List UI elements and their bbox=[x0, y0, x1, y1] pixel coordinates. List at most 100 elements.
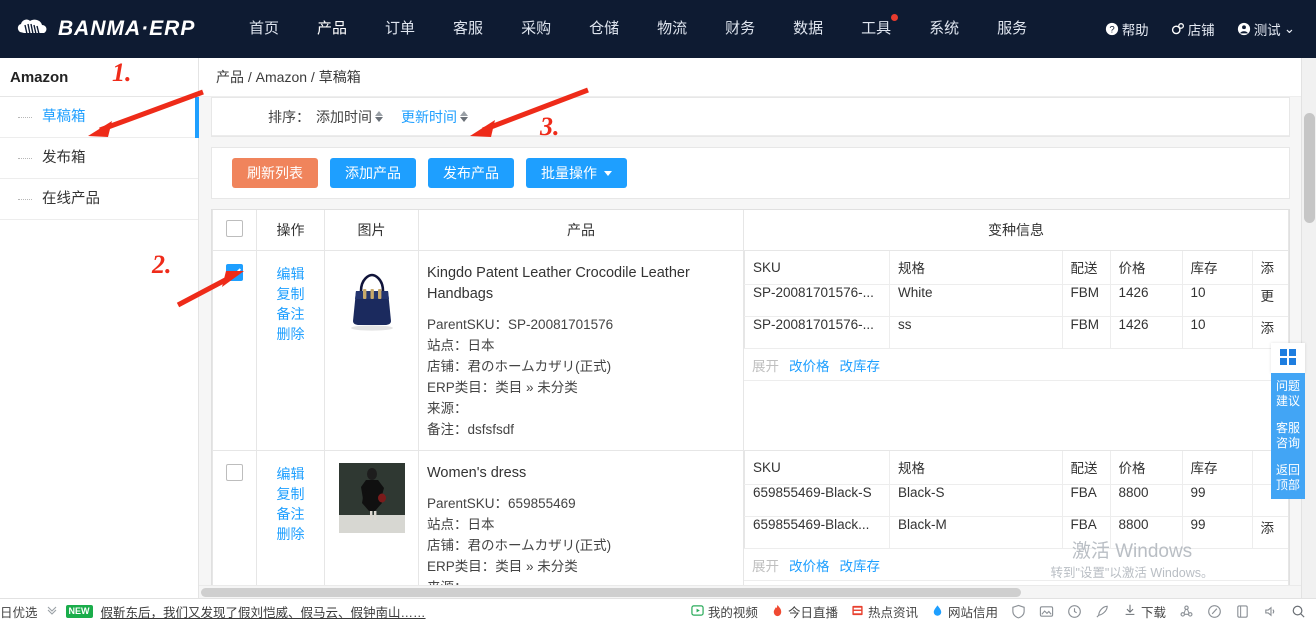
category-value: 类目 » 未分类 bbox=[495, 379, 578, 395]
change-stock-link[interactable]: 改库存 bbox=[840, 355, 881, 375]
search-icon[interactable] bbox=[1291, 604, 1306, 619]
feedback-line2: 建议 bbox=[1275, 394, 1300, 408]
nav-item-order[interactable]: 订单 bbox=[366, 0, 434, 58]
delete-link[interactable]: 删除 bbox=[258, 324, 323, 344]
shop-gear-icon bbox=[1171, 22, 1185, 36]
sidebar-item-online-products[interactable]: 在线产品 bbox=[0, 179, 198, 220]
select-all-header bbox=[212, 210, 257, 251]
breadcrumb: 产品 / Amazon / 草稿箱 bbox=[199, 58, 1302, 97]
sidebar-item-draft-box[interactable]: 草稿箱 bbox=[0, 97, 199, 138]
nav-item-data[interactable]: 数据 bbox=[774, 0, 842, 58]
vertical-scrollbar-thumb[interactable] bbox=[1304, 113, 1315, 223]
nav-item-purchase[interactable]: 采购 bbox=[502, 0, 570, 58]
chevrons-down-icon[interactable] bbox=[46, 604, 58, 619]
change-stock-link[interactable]: 改库存 bbox=[840, 555, 881, 575]
shop-label: 店铺： bbox=[427, 358, 468, 374]
download-label: 下载 bbox=[1140, 606, 1166, 620]
variant-table: SKU 规格 配送 价格 库存 添 SP-20081701576-... Whi… bbox=[744, 250, 1288, 349]
new-badge: NEW bbox=[65, 605, 93, 618]
clock-icon[interactable] bbox=[1067, 604, 1082, 619]
download-button[interactable]: 下载 bbox=[1123, 602, 1166, 621]
nav-item-logistics[interactable]: 物流 bbox=[638, 0, 706, 58]
help-button[interactable]: ? 帮助 bbox=[1094, 19, 1160, 39]
sort-option-update-time[interactable]: 更新时间 bbox=[401, 107, 468, 127]
nav-item-services[interactable]: 服务 bbox=[978, 0, 1046, 58]
variant-header-price: 价格 bbox=[1109, 450, 1183, 485]
hot-news-button[interactable]: 热点资讯 bbox=[851, 602, 918, 621]
parent-sku-label: ParentSKU： bbox=[427, 316, 509, 332]
header-action: 操作 bbox=[256, 210, 325, 251]
edit-link[interactable]: 编辑 bbox=[258, 464, 323, 484]
customer-service-button[interactable]: 客服 咨询 bbox=[1271, 415, 1305, 457]
site-credit-button[interactable]: 网站信用 bbox=[931, 602, 998, 621]
note-link[interactable]: 备注 bbox=[258, 504, 323, 524]
row-checkbox[interactable] bbox=[226, 463, 243, 481]
change-price-link[interactable]: 改价格 bbox=[789, 355, 830, 375]
expand-link[interactable]: 展开 bbox=[752, 555, 779, 575]
nav-item-system[interactable]: 系统 bbox=[910, 0, 978, 58]
edit-link[interactable]: 编辑 bbox=[258, 264, 323, 284]
product-parent-sku: ParentSKU：659855469 bbox=[427, 493, 733, 514]
nav-item-home[interactable]: 首页 bbox=[230, 0, 298, 58]
add-product-button[interactable]: 添加产品 bbox=[330, 158, 416, 188]
news-ticker-link[interactable]: 假靳东后，我们又发现了假刘恺威、假马云、假钟南山…… bbox=[101, 602, 426, 621]
brand-logo[interactable]: BANMA·ERP bbox=[14, 14, 210, 44]
user-name-label: 测试 bbox=[1253, 23, 1281, 38]
speaker-icon[interactable] bbox=[1263, 604, 1278, 619]
my-video-button[interactable]: 我的视频 bbox=[691, 602, 758, 621]
row-action-links: 编辑 复制 备注 删除 bbox=[258, 452, 323, 544]
refresh-list-button[interactable]: 刷新列表 bbox=[232, 158, 318, 188]
image-icon[interactable] bbox=[1039, 604, 1054, 619]
change-price-link[interactable]: 改价格 bbox=[789, 555, 830, 575]
nav-item-service[interactable]: 客服 bbox=[434, 0, 502, 58]
product-source: 来源： bbox=[427, 398, 733, 419]
product-note: 备注：dsfsfsdf bbox=[427, 419, 733, 440]
window-icon[interactable] bbox=[1235, 604, 1250, 619]
variant-row: 659855469-Black-S Black-S FBA 8800 99 bbox=[744, 484, 1288, 517]
publish-product-button[interactable]: 发布产品 bbox=[428, 158, 514, 188]
nav-item-tools[interactable]: 工具 bbox=[842, 0, 910, 58]
notification-dot-icon bbox=[891, 14, 899, 21]
row-image-cell bbox=[324, 249, 419, 451]
sidebar-item-publish-box[interactable]: 发布箱 bbox=[0, 138, 198, 179]
shop-button[interactable]: 店铺 bbox=[1160, 19, 1226, 39]
sort-option-add-time[interactable]: 添加时间 bbox=[316, 107, 383, 127]
variant-price: 1426 bbox=[1109, 284, 1183, 317]
float-side-widget: 问题 建议 客服 咨询 返回 顶部 bbox=[1271, 343, 1305, 499]
batch-operation-button[interactable]: 批量操作 bbox=[526, 158, 627, 188]
feedback-button[interactable]: 问题 建议 bbox=[1271, 373, 1305, 415]
delete-link[interactable]: 删除 bbox=[258, 524, 323, 544]
variant-shipping: FBM bbox=[1061, 284, 1111, 317]
variant-time: 更 bbox=[1251, 284, 1288, 317]
nav-item-warehouse[interactable]: 仓储 bbox=[570, 0, 638, 58]
row-variant-cell: SKU 规格 配送 价格 库存 添 SP-20081701576-... Whi… bbox=[743, 249, 1289, 451]
horizontal-scrollbar-thumb[interactable] bbox=[201, 588, 1021, 597]
vertical-scrollbar[interactable] bbox=[1301, 58, 1316, 598]
select-all-checkbox[interactable] bbox=[226, 219, 243, 237]
rocket-icon[interactable] bbox=[1095, 604, 1110, 619]
shield-icon[interactable] bbox=[1011, 604, 1026, 619]
nav-item-product[interactable]: 产品 bbox=[298, 0, 366, 58]
variant-spec: ss bbox=[889, 316, 1063, 349]
bottom-left-label: 日优选 bbox=[0, 606, 38, 620]
share-icon[interactable] bbox=[1179, 604, 1194, 619]
live-today-button[interactable]: 今日直播 bbox=[771, 602, 838, 621]
pen-icon[interactable] bbox=[1207, 604, 1222, 619]
copy-link[interactable]: 复制 bbox=[258, 284, 323, 304]
variant-stock: 10 bbox=[1181, 284, 1253, 317]
product-thumbnail[interactable] bbox=[338, 462, 405, 533]
copy-link[interactable]: 复制 bbox=[258, 484, 323, 504]
expand-link[interactable]: 展开 bbox=[752, 355, 779, 375]
user-icon bbox=[1237, 22, 1251, 36]
product-thumbnail[interactable] bbox=[339, 263, 405, 333]
note-link[interactable]: 备注 bbox=[258, 304, 323, 324]
row-checkbox[interactable] bbox=[226, 263, 243, 281]
horizontal-scrollbar[interactable] bbox=[199, 585, 1301, 598]
back-to-top-button[interactable]: 返回 顶部 bbox=[1271, 457, 1305, 499]
nav-item-finance[interactable]: 财务 bbox=[706, 0, 774, 58]
user-menu[interactable]: 测试 ⌄ bbox=[1226, 19, 1306, 39]
sort-arrows-icon bbox=[460, 111, 468, 122]
variant-sku: 659855469-Black-S bbox=[744, 484, 890, 517]
grid-toggle-button[interactable] bbox=[1271, 343, 1305, 373]
variant-row: 659855469-Black... Black-M FBA 8800 99 添 bbox=[744, 516, 1288, 549]
